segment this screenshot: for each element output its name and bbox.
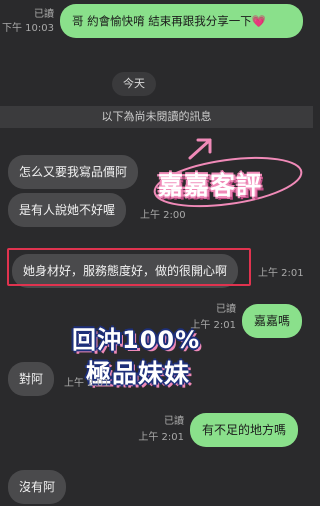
read-receipt: 已讀 (216, 304, 236, 315)
date-divider-pill: 今天 (112, 72, 156, 96)
outgoing-message-bubble[interactable]: 嘉嘉嗎 (242, 304, 303, 338)
watermark-logo: 嘉嘉客評 (150, 130, 310, 220)
message-time: 上午 2:01 (258, 268, 304, 279)
incoming-message-bubble[interactable]: 是有人說她不好喔 (8, 193, 127, 227)
incoming-message-bubble[interactable]: 沒有阿 (8, 470, 67, 504)
outgoing-message-bubble[interactable]: 哥 約會愉快唷 結束再跟我分享一下💗 (60, 4, 303, 38)
message-time: 上午 2:01 (138, 432, 184, 443)
read-receipt: 已讀 (34, 9, 54, 20)
message-time: 上午 2:01 (64, 378, 110, 389)
incoming-message-bubble[interactable]: 怎么又要我寫品價阿 (8, 155, 139, 189)
unread-messages-divider: 以下為尚未閱讀的訊息 (0, 106, 313, 128)
incoming-message-bubble[interactable]: 對阿 (8, 362, 55, 396)
message-time: 下午 10:03 (2, 23, 54, 34)
outgoing-message-bubble[interactable]: 有不足的地方嗎 (190, 413, 299, 447)
watermark-line1: 回沖100% (72, 326, 201, 354)
watermark-title: 嘉嘉客評 (158, 171, 263, 200)
highlight-box (7, 248, 251, 286)
read-receipt: 已讀 (164, 416, 184, 427)
